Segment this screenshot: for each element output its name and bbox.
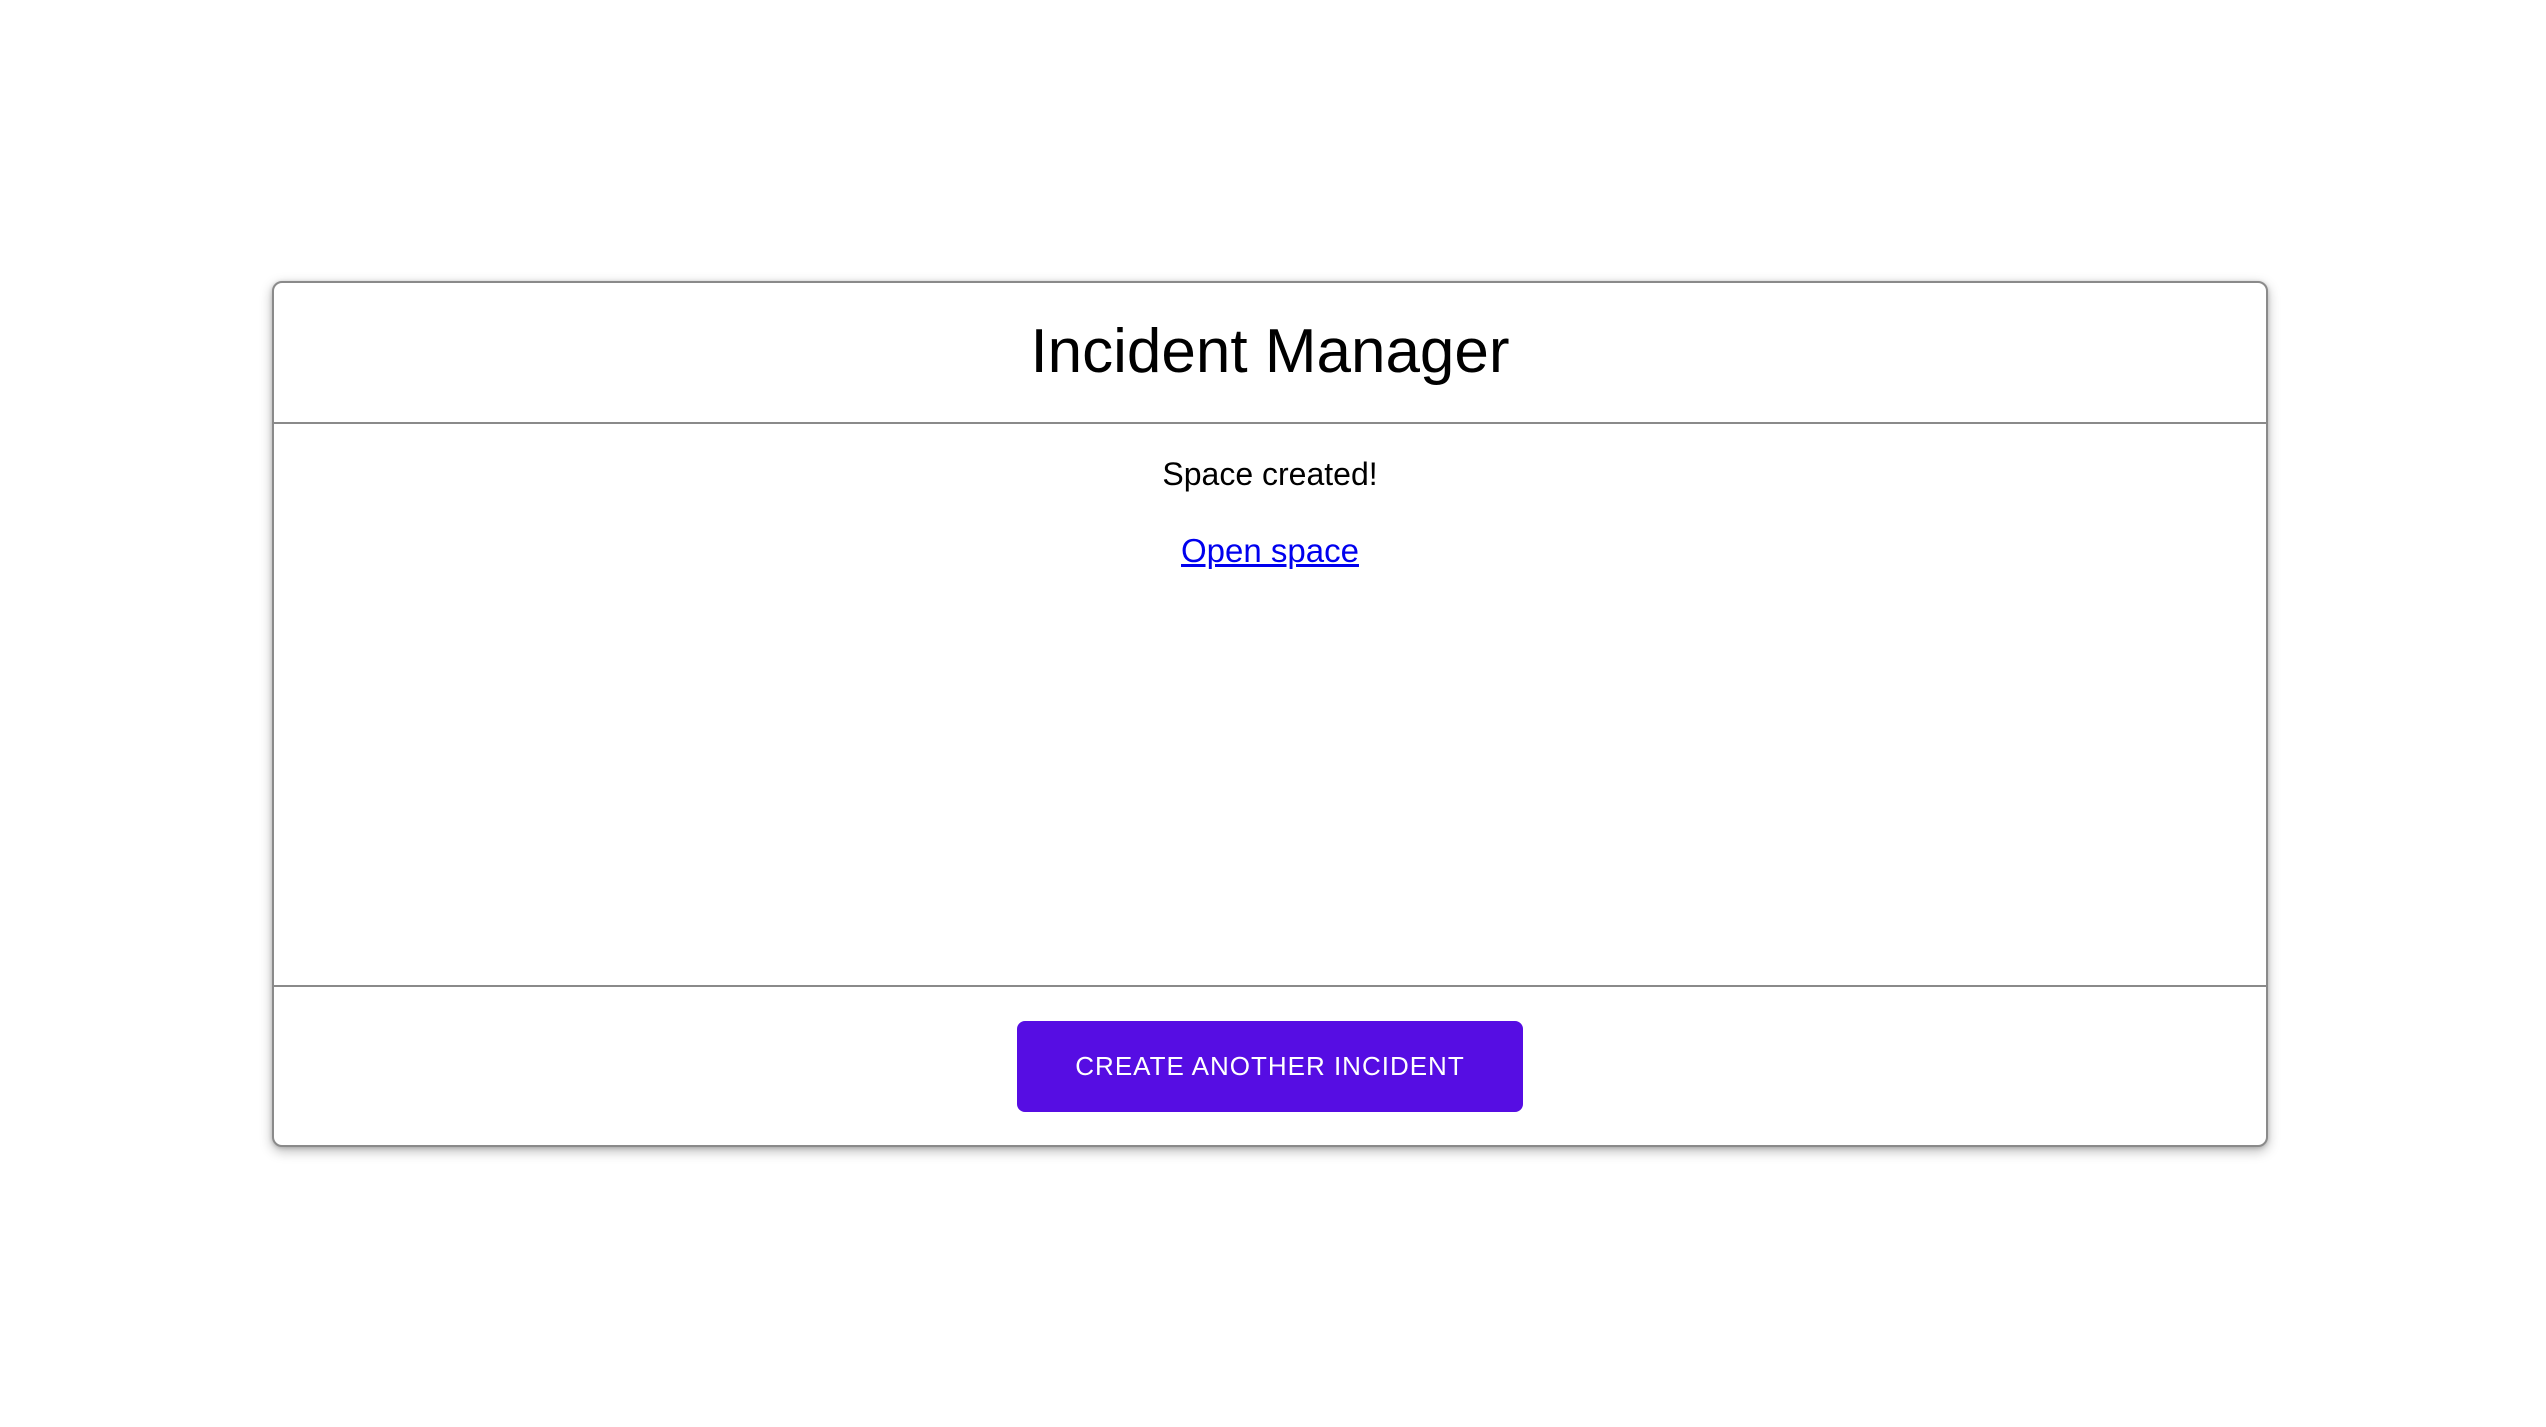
status-message: Space created! [1162, 456, 1378, 492]
incident-manager-card: Incident Manager Space created! Open spa… [272, 281, 2268, 1147]
page-background: Incident Manager Space created! Open spa… [0, 0, 2546, 1427]
create-another-incident-button[interactable]: CREATE ANOTHER INCIDENT [1017, 1020, 1523, 1112]
card-content: Space created! Open space [274, 424, 2266, 987]
card-header: Incident Manager [274, 283, 2266, 424]
card-footer: CREATE ANOTHER INCIDENT [274, 987, 2266, 1145]
page-title: Incident Manager [1030, 317, 1510, 387]
open-space-link[interactable]: Open space [1181, 531, 1359, 571]
